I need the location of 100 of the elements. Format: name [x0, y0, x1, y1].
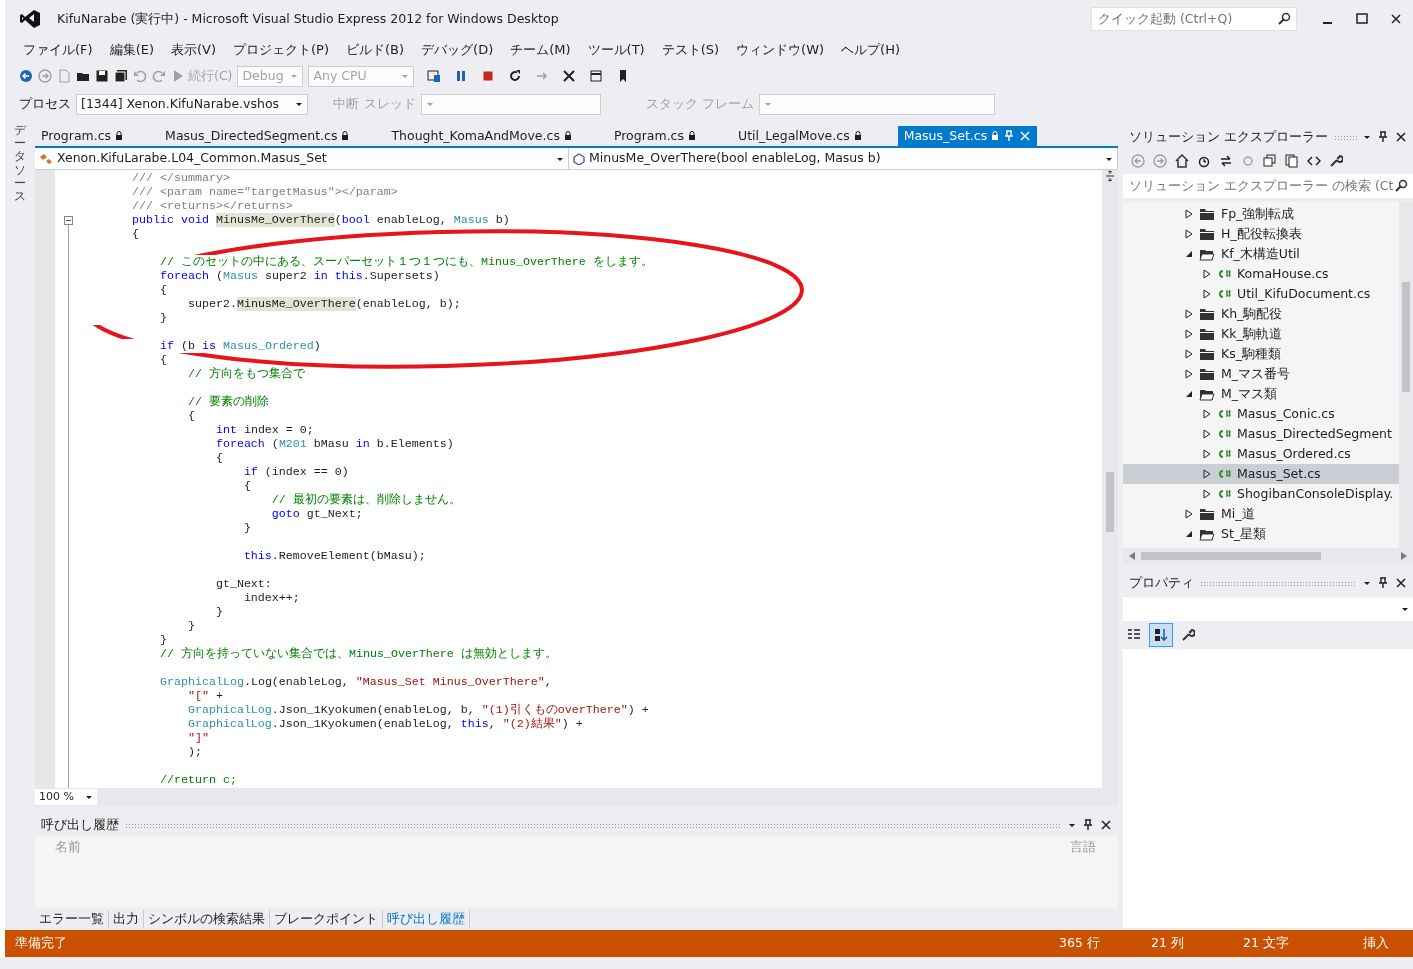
lock-icon[interactable] [115, 131, 124, 141]
pin-icon[interactable] [1377, 577, 1389, 589]
menu-item[interactable]: ファイル(F) [17, 40, 104, 60]
dropdown-icon[interactable] [1401, 606, 1409, 612]
collapsed-arrow-icon[interactable] [1203, 489, 1211, 499]
document-tab[interactable]: Masus_DirectedSegment.cs [159, 126, 356, 146]
tree-item[interactable]: M_マス番号 [1123, 364, 1399, 384]
document-tab[interactable]: Thought_KomaAndMove.cs [385, 126, 578, 146]
dropdown-icon[interactable] [1105, 155, 1113, 162]
categorized-icon[interactable] [1127, 628, 1141, 642]
menu-item[interactable]: ビルド(B) [340, 40, 416, 60]
code-icon[interactable] [1307, 154, 1321, 168]
tree-item[interactable]: Masus_Conic.cs [1123, 404, 1399, 424]
close-icon[interactable] [1395, 131, 1407, 143]
menu-item[interactable]: ツール(T) [581, 40, 656, 60]
document-tab[interactable]: Program.cs [607, 126, 702, 146]
collapsed-arrow-icon[interactable] [1185, 349, 1193, 359]
dropdown-icon[interactable] [556, 155, 564, 162]
tree-item[interactable]: Kf_木構造Util [1123, 244, 1399, 264]
expanded-arrow-icon[interactable] [1185, 250, 1193, 258]
copy-icon[interactable] [1285, 154, 1299, 168]
sync-icon[interactable] [1219, 154, 1233, 168]
search-field[interactable]: ソリューション エクスプローラー の検索 (Ct [1123, 174, 1413, 198]
tree-item[interactable]: H_配役転換表 [1123, 224, 1399, 244]
scroll-left-icon[interactable] [1129, 552, 1135, 560]
pin-icon[interactable] [1082, 819, 1094, 831]
panel-tab[interactable]: ブレークポイント [270, 909, 383, 929]
quick-launch-field[interactable]: クイック起動 (Ctrl+Q) [1091, 7, 1297, 31]
dropdown-icon[interactable] [1363, 580, 1371, 586]
side-tab[interactable]: データソース [14, 124, 26, 204]
menu-item[interactable]: プロジェクト(P) [227, 40, 340, 60]
collapsed-arrow-icon[interactable] [1185, 509, 1193, 519]
history-icon[interactable] [1197, 154, 1211, 168]
tree-item[interactable]: Kk_駒軌道 [1123, 324, 1399, 344]
find-icon[interactable] [427, 69, 442, 83]
stop-icon[interactable] [481, 69, 496, 83]
scroll-right-icon[interactable] [1401, 552, 1407, 560]
home-icon[interactable] [1175, 154, 1189, 168]
tree-item[interactable]: Mi_道 [1123, 504, 1399, 524]
pin-icon[interactable] [1377, 131, 1389, 143]
menu-item[interactable]: 表示(V) [165, 40, 228, 60]
tree-item[interactable]: Fp_強制転成 [1123, 204, 1399, 224]
expanded-arrow-icon[interactable] [1185, 530, 1193, 538]
menu-item[interactable]: デバッグ(D) [415, 40, 505, 60]
lock-icon[interactable] [563, 131, 572, 141]
collapsed-arrow-icon[interactable] [1185, 329, 1193, 339]
dropdown-icon[interactable] [85, 794, 93, 800]
scroll-thumb[interactable] [1141, 552, 1321, 560]
dropdown-icon[interactable] [1068, 822, 1076, 828]
maximize-icon[interactable] [1356, 13, 1368, 25]
sort-icon[interactable] [1154, 628, 1168, 642]
lock-icon[interactable] [853, 131, 862, 141]
tree-item[interactable]: Ks_駒種類 [1123, 344, 1399, 364]
collapse-icon[interactable] [1263, 154, 1277, 168]
window-icon[interactable] [589, 69, 604, 83]
process-dropdown[interactable]: [1344] Xenon.KifuNarabe.vshos [76, 93, 308, 115]
document-tab[interactable]: Util_LegalMove.cs [732, 126, 868, 146]
lock-icon[interactable] [688, 131, 696, 141]
close-icon[interactable] [1390, 13, 1402, 25]
panel-tab[interactable]: シンボルの検索結果 [144, 909, 270, 929]
tree-item[interactable]: M_マス類 [1123, 384, 1399, 404]
panel-tab[interactable]: エラー一覧 [35, 909, 109, 929]
collapsed-arrow-icon[interactable] [1203, 409, 1211, 419]
save-icon[interactable] [95, 69, 109, 83]
wrench-icon[interactable] [1329, 154, 1343, 168]
save-all-icon[interactable] [114, 69, 128, 83]
collapsed-arrow-icon[interactable] [1185, 229, 1193, 239]
collapsed-arrow-icon[interactable] [1185, 309, 1193, 319]
tree-item[interactable]: ShogibanConsoleDisplay. [1123, 484, 1399, 504]
menu-item[interactable]: テスト(S) [655, 40, 731, 60]
collapsed-arrow-icon[interactable] [1203, 449, 1211, 459]
class-dropdown[interactable]: Xenon.KifuLarabe.L04_Common.Masus_Set [35, 148, 569, 169]
expanded-arrow-icon[interactable] [1185, 390, 1193, 398]
zoom-dropdown[interactable]: 100 % [35, 789, 97, 805]
scroll-thumb[interactable] [1106, 472, 1114, 532]
collapse-box-icon[interactable] [64, 216, 73, 225]
back-icon[interactable] [19, 69, 33, 83]
collapsed-arrow-icon[interactable] [1185, 369, 1193, 379]
tree-item[interactable]: Kh_駒配役 [1123, 304, 1399, 324]
collapsed-arrow-icon[interactable] [1203, 469, 1211, 479]
exception-icon[interactable] [562, 69, 577, 83]
split-icon[interactable] [1105, 170, 1115, 182]
tree-item[interactable]: Masus_Set.cs [1123, 464, 1399, 484]
close-icon[interactable] [1395, 577, 1407, 589]
restart-icon[interactable] [508, 69, 523, 83]
panel-tab[interactable]: 呼び出し履歴 [383, 909, 470, 929]
document-tab[interactable]: Program.cs [35, 126, 130, 146]
tree-item[interactable]: Masus_DirectedSegment [1123, 424, 1399, 444]
panel-tab[interactable]: 出力 [109, 909, 144, 929]
collapsed-arrow-icon[interactable] [1203, 429, 1211, 439]
collapsed-arrow-icon[interactable] [1203, 269, 1211, 279]
search-icon[interactable] [1395, 179, 1409, 193]
tree-item[interactable]: KomaHouse.cs [1123, 264, 1399, 284]
search-icon[interactable] [1278, 12, 1292, 26]
menu-item[interactable]: チーム(M) [504, 40, 582, 60]
dropdown-icon[interactable] [1363, 134, 1371, 140]
menu-item[interactable]: ウィンドウ(W) [730, 40, 836, 60]
wrench-icon[interactable] [1181, 628, 1195, 642]
scroll-thumb[interactable] [1402, 282, 1410, 392]
close-icon[interactable] [1100, 819, 1112, 831]
